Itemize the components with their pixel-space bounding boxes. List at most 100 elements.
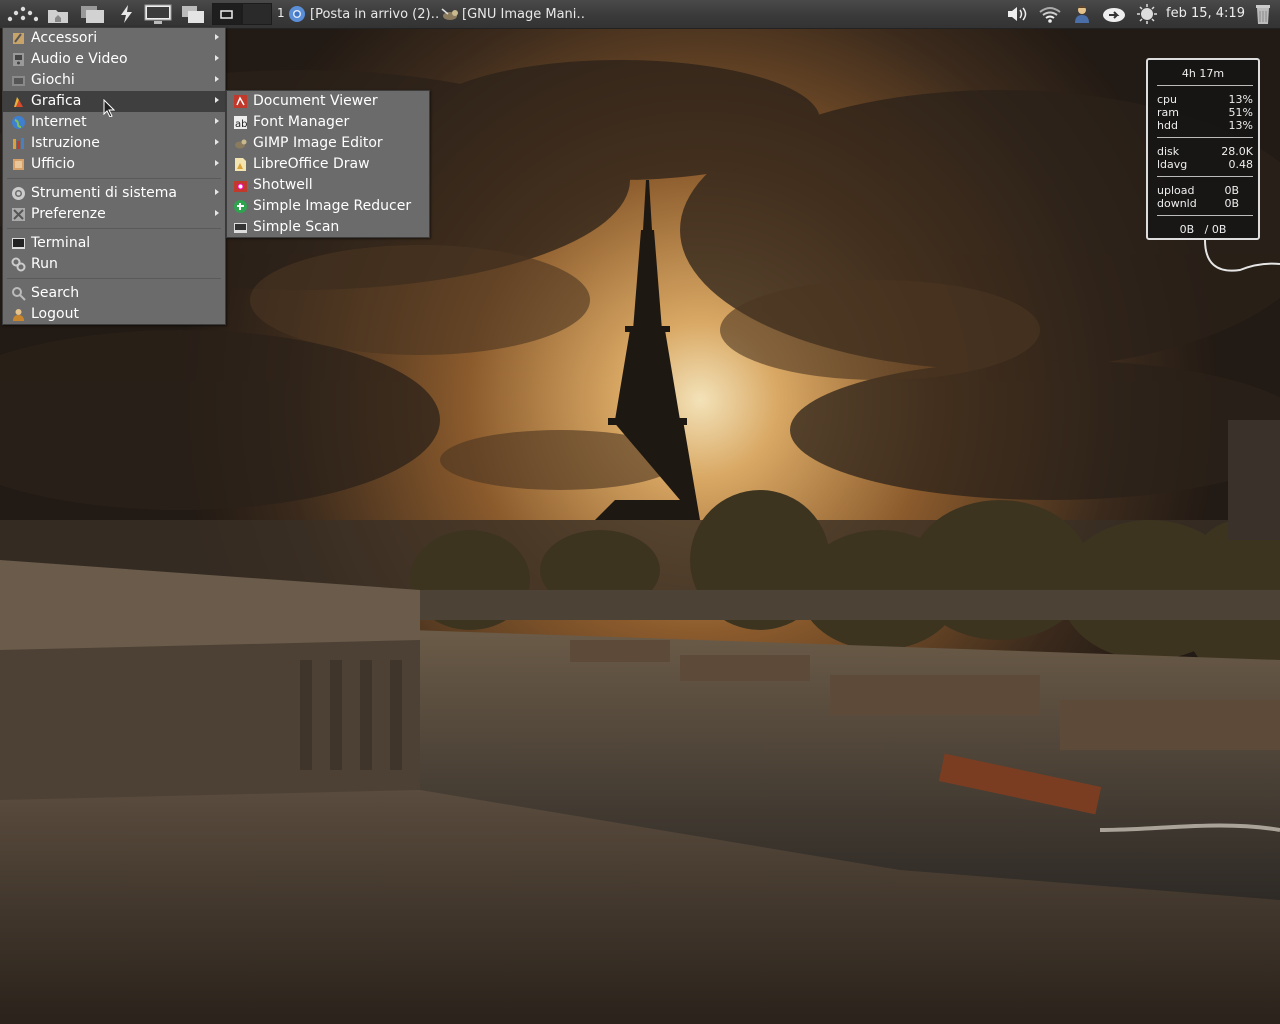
volume-tray[interactable] xyxy=(1004,0,1032,28)
uptime: 4h 17m xyxy=(1181,67,1225,80)
menu-logo-icon xyxy=(6,4,38,24)
window-switcher-button[interactable] xyxy=(178,0,208,28)
widget-cable-decoration xyxy=(1204,240,1280,272)
scanner-icon xyxy=(233,220,248,235)
user-icon xyxy=(1071,3,1093,25)
weather-icon xyxy=(1136,3,1158,25)
submenu-arrow-icon xyxy=(215,76,219,82)
taskbar-item-gimp[interactable]: [GNU Image Mani… xyxy=(440,3,586,25)
terminal-icon xyxy=(11,236,26,251)
disk-row: ldavg 0.48 xyxy=(1157,158,1253,171)
gimp-icon xyxy=(440,5,458,23)
education-icon xyxy=(11,136,26,151)
menu-separator xyxy=(7,278,221,279)
stat-row: ram 51% xyxy=(1157,106,1253,119)
submenu-arrow-icon xyxy=(215,55,219,61)
weather-tray[interactable] xyxy=(1134,0,1160,28)
divider xyxy=(1157,137,1253,138)
preferences-icon xyxy=(11,207,26,222)
taskbar-item-label: [GNU Image Mani… xyxy=(462,6,586,22)
menu-item-accessori[interactable]: Accessori xyxy=(3,28,225,49)
submenu-arrow-icon xyxy=(215,34,219,40)
menu-item-audio-video[interactable]: Audio e Video xyxy=(3,49,225,70)
submenu-arrow-icon xyxy=(215,97,219,103)
logout-icon xyxy=(11,307,26,322)
submenu-item-simple-image-reducer[interactable]: Simple Image Reducer xyxy=(227,196,429,217)
submenu-arrow-icon xyxy=(215,189,219,195)
submenu-item-gimp[interactable]: GIMP Image Editor xyxy=(227,133,429,154)
volume-icon xyxy=(1005,4,1031,24)
workspace-pager xyxy=(212,3,274,25)
lightning-icon xyxy=(118,4,134,24)
trash-icon xyxy=(1254,2,1272,26)
network-total: 0B / 0B xyxy=(1179,223,1227,236)
menu-item-istruzione[interactable]: Istruzione xyxy=(3,133,225,154)
system-monitor-widget: 4h 17m cpu 13% ram 51% hdd 13% disk 28.0K ld… xyxy=(1146,58,1260,240)
chromium-icon xyxy=(288,5,306,23)
clock[interactable]: feb 15, 4:19 xyxy=(1166,6,1245,21)
workspace-number: 1 xyxy=(277,6,285,20)
image-reducer-icon xyxy=(233,199,248,214)
graphics-icon xyxy=(11,94,26,109)
divider xyxy=(1157,85,1253,86)
menu-item-search[interactable]: Search xyxy=(3,283,225,304)
submenu-arrow-icon xyxy=(215,139,219,145)
multimedia-icon xyxy=(11,52,26,67)
main-menu-button[interactable] xyxy=(4,0,40,28)
wifi-icon xyxy=(1037,4,1063,24)
monitor-icon xyxy=(143,3,173,25)
menu-item-run[interactable]: Run xyxy=(3,254,225,275)
menu-item-preferenze[interactable]: Preferenze xyxy=(3,204,225,225)
divider xyxy=(1157,215,1253,216)
submenu-arrow-icon xyxy=(215,160,219,166)
folders-icon xyxy=(79,3,107,25)
menu-item-terminal[interactable]: Terminal xyxy=(3,233,225,254)
accessories-icon xyxy=(11,31,26,46)
sync-tray[interactable] xyxy=(1100,0,1128,28)
stat-row: cpu 13% xyxy=(1157,93,1253,106)
file-manager-launcher[interactable] xyxy=(78,0,108,28)
menu-item-ufficio[interactable]: Ufficio xyxy=(3,154,225,175)
dropbox-icon xyxy=(1101,4,1127,24)
gimp-icon xyxy=(233,136,248,151)
workspace-2[interactable] xyxy=(242,3,272,25)
document-viewer-icon xyxy=(233,94,248,109)
submenu-arrow-icon xyxy=(215,118,219,124)
system-tools-icon xyxy=(11,186,26,201)
games-icon xyxy=(11,73,26,88)
menu-item-strumenti-di-sistema[interactable]: Strumenti di sistema xyxy=(3,183,225,204)
net-row: downld 0B xyxy=(1157,197,1239,210)
show-desktop-button[interactable] xyxy=(142,0,174,28)
submenu-item-libreoffice-draw[interactable]: LibreOffice Draw xyxy=(227,154,429,175)
net-row: upload 0B xyxy=(1157,184,1239,197)
home-folder-launcher[interactable] xyxy=(44,0,72,28)
taskbar-item-label: [Posta in arrivo (2)… xyxy=(310,6,438,22)
stat-row: hdd 13% xyxy=(1157,119,1253,132)
home-folder-icon xyxy=(46,4,70,24)
user-tray[interactable] xyxy=(1068,0,1096,28)
grafica-submenu: Document Viewer ab Font Manager GIMP Ima… xyxy=(226,90,430,238)
menu-item-logout[interactable]: Logout xyxy=(3,304,225,325)
submenu-item-document-viewer[interactable]: Document Viewer xyxy=(227,91,429,112)
network-tray[interactable] xyxy=(1036,0,1064,28)
workspace-1[interactable] xyxy=(212,3,242,25)
top-panel: 1 [Posta in arrivo (2)… [GNU Image Mani… xyxy=(0,0,1280,29)
trash-launcher[interactable] xyxy=(1250,0,1276,28)
office-icon xyxy=(11,157,26,172)
windows-icon xyxy=(180,3,206,25)
submenu-item-shotwell[interactable]: Shotwell xyxy=(227,175,429,196)
taskbar-item-mail[interactable]: [Posta in arrivo (2)… xyxy=(288,3,438,25)
menu-item-giochi[interactable]: Giochi xyxy=(3,70,225,91)
submenu-item-simple-scan[interactable]: Simple Scan xyxy=(227,217,429,238)
run-icon xyxy=(11,257,26,272)
divider xyxy=(1157,176,1253,177)
submenu-item-font-manager[interactable]: ab Font Manager xyxy=(227,112,429,133)
internet-icon xyxy=(11,115,26,130)
applications-menu: Accessori Audio e Video Giochi Grafica I… xyxy=(2,27,226,325)
font-manager-icon: ab xyxy=(233,115,248,130)
libreoffice-draw-icon xyxy=(233,157,248,172)
svg-text:ab: ab xyxy=(235,119,247,130)
launcher-bolt[interactable] xyxy=(114,0,138,28)
shotwell-icon xyxy=(233,178,248,193)
menu-separator xyxy=(7,178,221,179)
